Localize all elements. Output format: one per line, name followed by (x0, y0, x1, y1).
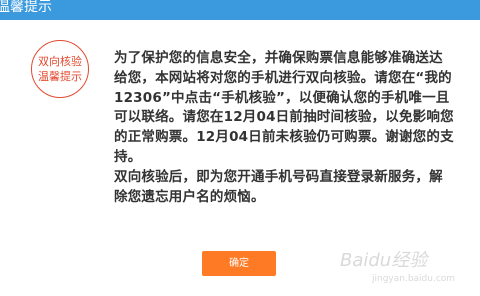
verification-stamp: 双向核验 温馨提示 (31, 40, 89, 98)
watermark-logo: Baidu经验 (340, 250, 428, 271)
stamp-line-2: 温馨提示 (38, 70, 82, 83)
message-paragraph-1: 为了保护您的信息安全，并确保购票信息能够准确送达给您，本网站将对您的手机进行双向… (114, 50, 454, 165)
dialog-title-bar: 温馨提示 (0, 0, 480, 20)
message-paragraph-2: 双向核验后，即为您开通手机号码直接登录新服务，解除您遗忘用户名的烦恼。 (114, 168, 443, 205)
notice-message: 为了保护您的信息安全，并确保购票信息能够准确送达给您，本网站将对您的手机进行双向… (114, 49, 454, 207)
dialog-title: 温馨提示 (0, 0, 52, 15)
notice-dialog: 温馨提示 双向核验 温馨提示 为了保护您的信息安全，并确保购票信息能够准确送达给… (0, 0, 480, 296)
stamp-line-1: 双向核验 (38, 55, 82, 68)
watermark-url: jingyan.baidu.com (372, 274, 456, 284)
confirm-button[interactable]: 确定 (202, 251, 276, 276)
